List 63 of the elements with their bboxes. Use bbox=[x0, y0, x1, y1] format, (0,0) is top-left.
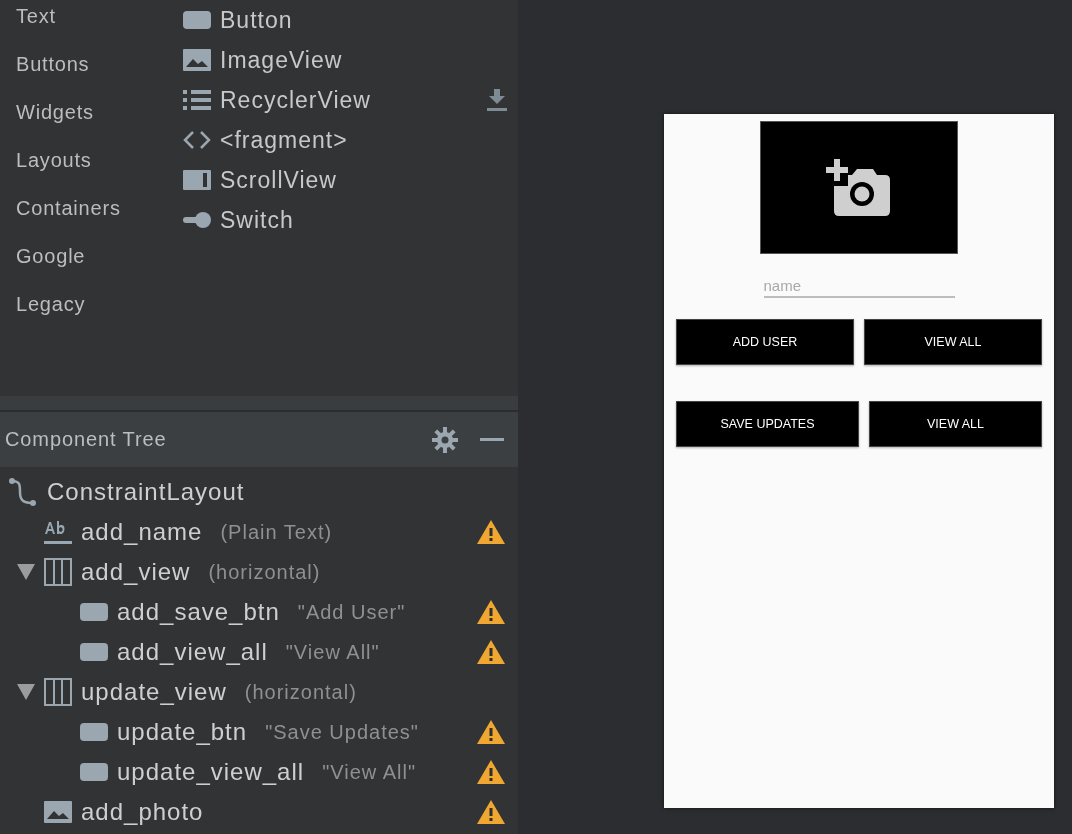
tree-item-detail: "View All" bbox=[285, 640, 380, 664]
palette-category[interactable]: Layouts bbox=[16, 147, 168, 195]
tree-item-detail: "Save Updates" bbox=[265, 720, 419, 744]
horizontal-layout-icon bbox=[44, 678, 72, 706]
palette-item[interactable]: Switch bbox=[220, 206, 294, 234]
palette-item[interactable]: ScrollView bbox=[220, 166, 337, 194]
tree-item[interactable]: add_name bbox=[81, 518, 203, 546]
settings-icon[interactable] bbox=[432, 426, 458, 453]
warning-icon[interactable] bbox=[477, 600, 505, 624]
button-icon bbox=[80, 723, 108, 741]
button-icon bbox=[80, 643, 108, 661]
add-camera-icon bbox=[826, 158, 892, 217]
tree-item-detail: (Plain Text) bbox=[220, 520, 333, 544]
palette-item[interactable]: RecyclerView bbox=[220, 86, 371, 114]
list-icon bbox=[183, 90, 211, 110]
add-photo-button[interactable] bbox=[760, 121, 958, 254]
palette-category[interactable]: Text bbox=[16, 3, 168, 51]
switch-icon bbox=[183, 212, 211, 228]
app-button[interactable]: ADD USER bbox=[676, 319, 854, 365]
warning-icon[interactable] bbox=[477, 640, 505, 664]
tree-item[interactable]: ConstraintLayout bbox=[47, 478, 245, 506]
download-icon[interactable] bbox=[486, 89, 508, 111]
image-icon bbox=[183, 49, 211, 71]
tree-item[interactable]: update_view_all bbox=[117, 758, 305, 786]
button-icon bbox=[80, 763, 108, 781]
palette-category[interactable]: Legacy bbox=[16, 291, 168, 339]
tree-item[interactable]: add_save_btn bbox=[117, 598, 280, 626]
tree-item[interactable]: update_view bbox=[81, 678, 227, 706]
panel-title: Component Tree bbox=[5, 428, 167, 451]
app-button[interactable]: VIEW ALL bbox=[869, 401, 1042, 447]
tree-item-detail: (horizontal) bbox=[208, 560, 321, 584]
tree-item[interactable]: add_view bbox=[81, 558, 191, 586]
app-button[interactable]: VIEW ALL bbox=[864, 319, 1042, 365]
collapse-arrow-icon[interactable] bbox=[17, 684, 35, 700]
palette-category[interactable]: Widgets bbox=[16, 99, 168, 147]
warning-icon[interactable] bbox=[477, 720, 505, 744]
horizontal-layout-icon bbox=[44, 558, 72, 586]
constraint-layout-icon bbox=[8, 477, 38, 507]
scroll-view-icon bbox=[183, 170, 211, 190]
tree-item-detail: (horizontal) bbox=[244, 680, 357, 704]
tree-item-detail: "View All" bbox=[322, 760, 416, 784]
tree-item[interactable]: add_view_all bbox=[117, 638, 268, 666]
tree-item[interactable]: update_btn bbox=[117, 718, 248, 746]
code-brackets-icon bbox=[183, 130, 211, 150]
image-icon bbox=[44, 801, 72, 823]
button-icon bbox=[80, 603, 108, 621]
palette-category[interactable]: Google bbox=[16, 243, 168, 291]
button-icon bbox=[183, 11, 211, 29]
palette-item[interactable]: Button bbox=[220, 6, 293, 34]
name-input-field[interactable]: name bbox=[763, 275, 955, 298]
palette-item[interactable]: <fragment> bbox=[220, 126, 348, 154]
palette-item[interactable]: ImageView bbox=[220, 46, 343, 74]
app-button[interactable]: SAVE UPDATES bbox=[676, 401, 859, 447]
tree-item[interactable]: add_photo bbox=[81, 798, 204, 826]
palette-category[interactable]: Containers bbox=[16, 195, 168, 243]
palette-category[interactable]: Buttons bbox=[16, 51, 168, 99]
tree-item-detail: "Add User" bbox=[297, 600, 406, 624]
warning-icon[interactable] bbox=[477, 760, 505, 784]
warning-icon[interactable] bbox=[477, 520, 505, 544]
text-field-icon bbox=[44, 519, 72, 545]
warning-icon[interactable] bbox=[477, 800, 505, 824]
minimize-icon[interactable] bbox=[480, 437, 504, 442]
collapse-arrow-icon[interactable] bbox=[17, 564, 35, 580]
